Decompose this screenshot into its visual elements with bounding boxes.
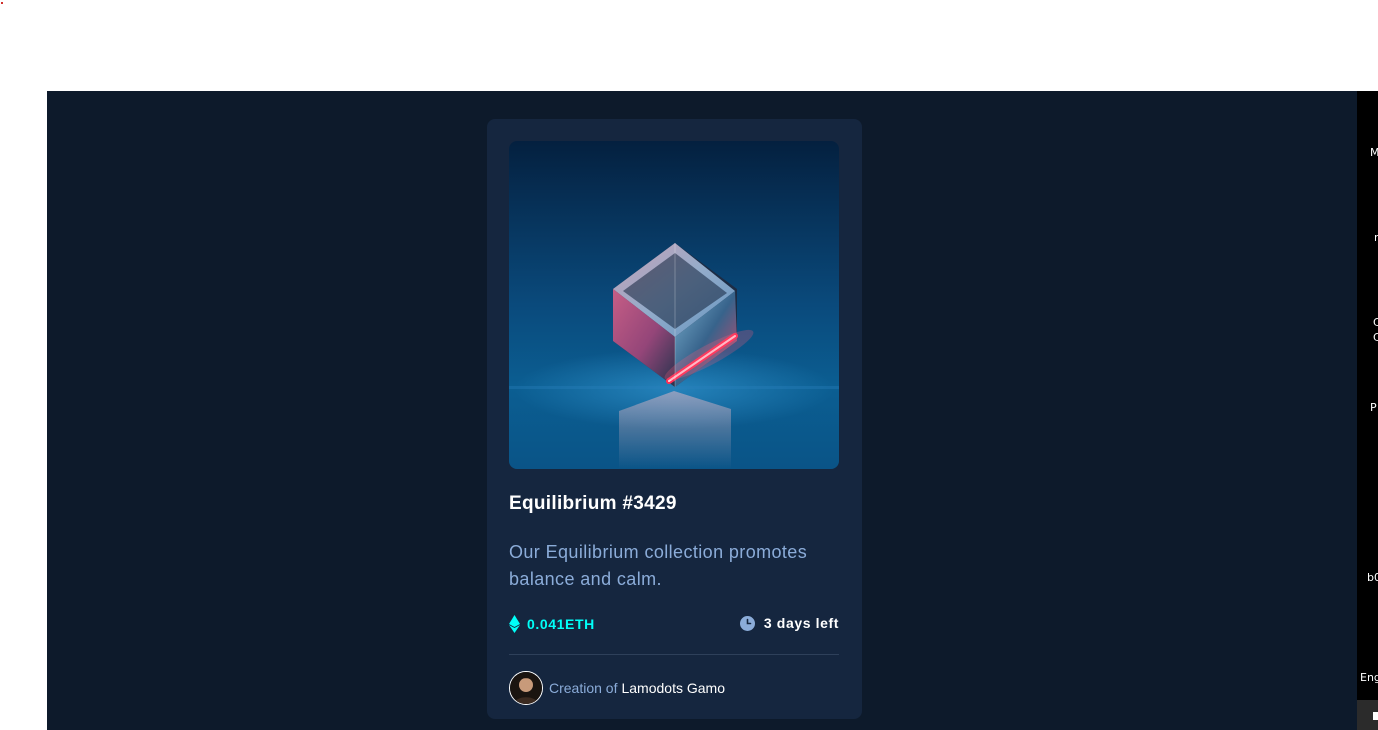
time-left-info: 3 days left: [739, 615, 839, 631]
nft-description: Our Equilibrium collection promotes bala…: [509, 542, 808, 589]
nft-card: Equilibrium #3429 Our Equilibrium collec…: [487, 119, 862, 719]
clock-icon: [739, 615, 755, 631]
nft-stats: 0.041ETH 3 days left: [509, 615, 839, 637]
nft-image[interactable]: [509, 141, 839, 469]
side-text-p: P: [1370, 401, 1377, 414]
clipped-side-panel: M n C C P b0 Eng: [1357, 91, 1378, 730]
price-value: 0.041ETH: [527, 616, 595, 632]
nft-title[interactable]: Equilibrium #3429: [509, 493, 677, 515]
side-text-c1: C: [1373, 316, 1378, 329]
divider: [509, 654, 839, 655]
side-text-c2: C: [1373, 331, 1378, 344]
creator-info: Creation of Lamodots Gamo: [509, 671, 725, 705]
side-text-n: n: [1374, 231, 1378, 244]
stray-pixel: [1, 2, 3, 4]
price-info: 0.041ETH: [509, 615, 595, 633]
time-left-value: 3 days left: [763, 615, 839, 631]
creator-label: Creation of: [549, 680, 618, 696]
equilibrium-cube-image: [509, 141, 839, 469]
side-text-m: M: [1370, 146, 1378, 159]
taskbar-button[interactable]: [1357, 700, 1378, 730]
side-text-b0: b0: [1367, 571, 1378, 584]
creator-avatar: [509, 671, 543, 705]
creator-name-link[interactable]: Lamodots Gamo: [621, 680, 725, 696]
side-text-eng: Eng: [1360, 671, 1378, 684]
ethereum-icon: [509, 615, 520, 633]
